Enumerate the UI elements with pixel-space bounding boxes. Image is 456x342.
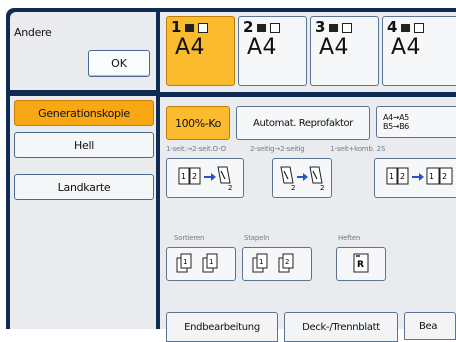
- preset-ratio-button[interactable]: A4→A5 B5→B6: [376, 106, 456, 138]
- two-to-two-sided-button[interactable]: 2 2: [272, 158, 332, 198]
- one-sided-combine-button[interactable]: 1 2 1 2: [374, 158, 456, 198]
- auto-reduce-enlarge-button[interactable]: Automat. Reprofaktor: [236, 106, 370, 140]
- duplex-1-to-2-icon: 1 2 2: [178, 166, 232, 192]
- svg-text:1: 1: [429, 172, 434, 181]
- svg-text:2: 2: [285, 258, 289, 266]
- paper-tray-icon: [185, 24, 194, 32]
- svg-text:2: 2: [192, 172, 197, 181]
- svg-text:1: 1: [389, 172, 394, 181]
- one-to-two-sided-button[interactable]: 1 2 2: [166, 158, 244, 198]
- paper-orientation-icon: [414, 23, 424, 33]
- duplex-combine-icon: 1 2 1 2: [386, 167, 453, 185]
- svg-text:2: 2: [291, 184, 295, 192]
- tray-size: A4: [175, 35, 206, 60]
- duplex-2-to-2-icon: 2 2: [280, 166, 324, 192]
- light-button[interactable]: Hell: [14, 132, 154, 158]
- svg-text:2: 2: [442, 172, 447, 181]
- duplex-caption: 2-seitig→2-seitig: [250, 145, 305, 153]
- stack-button[interactable]: 1 2: [242, 247, 312, 281]
- sort-button[interactable]: 1 1: [166, 247, 236, 281]
- main-area: 1 A4 2 A4 3 A4 4 A4 100%-Ko Automat. Rep…: [160, 12, 456, 342]
- svg-text:1: 1: [209, 258, 213, 266]
- divider: [10, 90, 156, 96]
- tab-cover-slip-sheet[interactable]: Deck-/Trennblatt: [284, 312, 398, 342]
- tray-4-button[interactable]: 4 A4: [382, 16, 456, 86]
- sort-icon: 1 1: [176, 253, 218, 273]
- tab-finishing[interactable]: Endbearbeitung: [166, 312, 278, 342]
- tab-edit[interactable]: Bea: [404, 312, 456, 340]
- tray-number: 1: [171, 18, 182, 36]
- map-button[interactable]: Landkarte: [14, 174, 154, 200]
- svg-text:2: 2: [400, 172, 405, 181]
- tray-2-button[interactable]: 2 A4: [238, 16, 307, 86]
- paper-orientation-icon: [342, 23, 352, 33]
- tray-1-button[interactable]: 1 A4: [166, 16, 235, 86]
- staple-icon-letter: R: [357, 260, 364, 270]
- staple-button[interactable]: R: [336, 247, 386, 281]
- svg-text:1: 1: [259, 258, 263, 266]
- tray-size: A4: [391, 35, 422, 60]
- ok-button[interactable]: OK: [88, 50, 150, 77]
- ratio-label: B5→B6: [383, 122, 409, 131]
- svg-text:1: 1: [183, 258, 187, 266]
- svg-text:1: 1: [181, 172, 186, 181]
- divider: [160, 92, 456, 97]
- svg-text:2: 2: [320, 184, 324, 192]
- stack-icon: 1 2: [252, 253, 294, 273]
- svg-text:2: 2: [228, 184, 232, 192]
- tray-size: A4: [247, 35, 278, 60]
- duplex-caption: 1-seit+komb. 2S: [330, 145, 386, 153]
- full-size-button[interactable]: 100%-Ko: [166, 106, 230, 140]
- tray-3-button[interactable]: 3 A4: [310, 16, 379, 86]
- left-panel: Andere OK Generationskopie Hell Landkart…: [10, 12, 156, 329]
- tray-number: 4: [387, 18, 398, 36]
- generation-copy-button[interactable]: Generationskopie: [14, 100, 154, 126]
- tray-size: A4: [319, 35, 350, 60]
- ratio-label: A4→A5: [383, 113, 409, 122]
- tray-number: 3: [315, 18, 326, 36]
- staple-caption: Heften: [338, 234, 361, 242]
- paper-orientation-icon: [198, 23, 208, 33]
- staple-icon: R: [353, 253, 369, 273]
- paper-orientation-icon: [270, 23, 280, 33]
- paper-tray-icon: [257, 24, 266, 32]
- other-title: Andere: [14, 26, 52, 39]
- sort-caption: Sortieren: [174, 234, 205, 242]
- paper-tray-icon: [401, 24, 410, 32]
- tray-number: 2: [243, 18, 254, 36]
- paper-tray-icon: [329, 24, 338, 32]
- stack-caption: Stapeln: [244, 234, 270, 242]
- duplex-caption: 1-seit.→2-seit.O-O: [166, 145, 226, 153]
